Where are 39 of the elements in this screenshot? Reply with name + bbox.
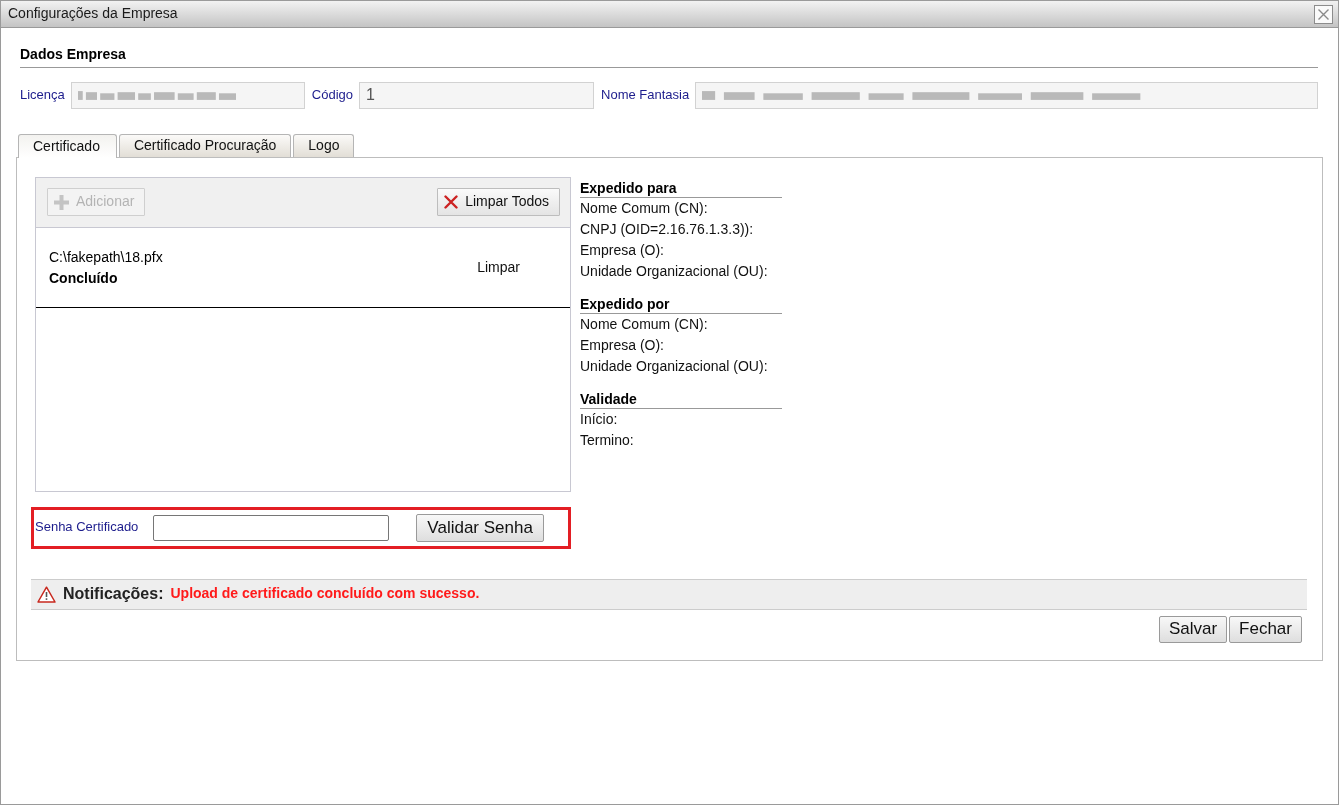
password-field[interactable] [153,514,390,541]
text-field[interactable] [695,81,1318,109]
tab[interactable]: Logo [293,133,355,157]
detail-label: Unidade Organizacional (OU): [580,357,769,377]
detail-label: Nome Comum (CN): [580,314,709,334]
section-heading: Validade [580,390,782,409]
notification-label: Notificações: [63,584,164,604]
detail-label: CNPJ (OID=2.16.76.1.3.3)): [580,219,755,239]
tab[interactable]: Certificado Procuração [118,133,292,157]
text-field[interactable]: 1 [359,81,594,109]
notification-message: Upload de certificado concluído com sucesso. [170,585,480,603]
close-button[interactable] [1314,4,1333,24]
validate-button[interactable]: Validar Senha [416,513,544,542]
clear-all-button[interactable]: Limpar Todos [437,188,560,216]
text-field[interactable] [70,81,305,109]
warning-icon [37,585,56,603]
field-label: Senha Certificado [35,519,139,536]
upload-status: Concluído [49,268,119,288]
cross-icon [444,195,459,209]
close-dialog-button[interactable]: Fechar [1229,615,1302,643]
window-title: Configurações da Empresa [8,5,178,23]
detail-label: Empresa (O): [580,336,665,355]
plus-icon [54,194,69,210]
tab[interactable]: Certificado [18,133,117,158]
section-heading: Dados Empresa [20,46,1318,68]
detail-label: Empresa (O): [580,241,665,261]
detail-label: Início: [580,409,619,429]
field-label: Nome Fantasia [601,86,690,104]
field-label: Licença [20,86,65,104]
file-name: C:\fakepath\18.pfx [49,247,163,267]
section-heading: Expedido para [580,179,782,198]
detail-label: Termino: [580,430,635,450]
close-icon [1317,7,1330,21]
section-heading: Expedido por [580,295,782,314]
detail-label: Unidade Organizacional (OU): [580,262,769,282]
detail-label: Nome Comum (CN): [580,198,709,218]
save-button[interactable]: Salvar [1158,615,1228,643]
clear-link[interactable]: Limpar [477,258,520,277]
field-label: Código [311,86,353,104]
